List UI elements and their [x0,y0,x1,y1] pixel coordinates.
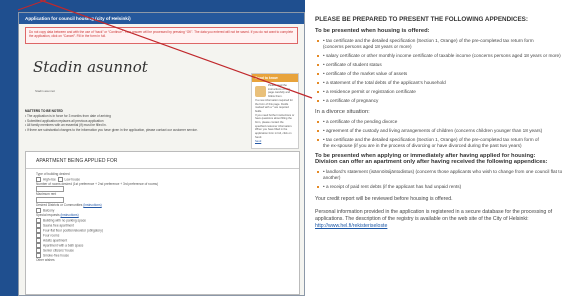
need-label: Adults apartment [43,238,68,243]
info-sidebar-box: Good to know Please read the instruction… [251,73,299,149]
section-applying-heading-2: Division can offer an apartment only aft… [315,159,548,165]
high-rise-checkbox[interactable] [36,176,41,182]
list-item: • certificate of student status [317,62,585,68]
need-label: Sauna free apartment [43,223,74,227]
matters-to-note: MATTERS TO BE NOTED • The application is… [25,109,253,133]
section-title: APARTMENT BEING APPLIED FOR [26,152,299,169]
stadin-asunnot-logo: Stadin asunnot [33,58,148,76]
send-link[interactable]: Send [255,140,261,143]
info-line: When you have filled in the application … [255,128,292,139]
need-label: Senior citizens’ house [43,248,74,253]
need-label: Four-flat floor position/elevator (oblig… [43,228,103,233]
list-item: • a certificate of the pending divorce [317,119,585,125]
high-rise-label: High-rise [43,177,56,182]
list-item: • a statement of the total debts of the … [317,80,585,86]
form-title-bar: Application for council housing (city of… [19,13,304,24]
need-label: Smoke-free house [43,253,70,258]
credit-report-text: Your credit report will be reviewed befo… [315,196,453,202]
need-label: Four rooms [43,233,60,238]
appendices-panel: PLEASE BE PREPARED TO PRESENT THE FOLLOW… [309,10,585,296]
registry-text-2: applications. The description of the reg… [315,216,529,222]
housing-application-form: Application for council housing (city of… [18,12,305,296]
info-illustration-icon [255,86,266,97]
need-label: Apartment with a bath space [43,243,84,248]
list-item: • agreement of the custody and living ar… [317,128,585,134]
matters-item: • If there are substantial changes to th… [25,128,198,133]
warning-box: Do not copy data between and with the us… [25,27,298,44]
balcony-label: Balcony [43,208,55,213]
logo-subtitle: Stadin asunnot [35,89,56,93]
list-item: • a receipt of paid rent debts (if the a… [317,184,585,190]
list-item: • a residence permit or registration cer… [317,89,585,95]
section-divorce-heading: In a divorce situation: [315,109,370,115]
applying-list: • landlord’s statement (isännöitsijäntod… [309,169,585,190]
appendices-heading: PLEASE BE PREPARED TO PRESENT THE FOLLOW… [315,16,528,23]
left-background: Application for council housing (city of… [0,0,305,296]
registry-link[interactable]: http://www.hel.fi/rekisteriseloste [315,223,585,230]
info-box-title: Good to know [252,74,298,82]
list-item: • tax certificate and the detailed speci… [317,38,585,50]
districts-label: Desired Districts or Communities [36,203,83,208]
housing-offered-list: • tax certificate and the detailed speci… [309,38,585,104]
info-line: If you need further instructions or have… [255,113,295,128]
low-house-checkbox[interactable] [57,176,63,182]
districts-instructions-link[interactable]: (Instructions) [83,203,101,207]
info-line: If a new information required for the fo… [255,98,293,113]
other-wishes-label: Other wishes [36,257,55,262]
special-requests-link[interactable]: (instructions) [60,213,78,217]
low-house-label: Low house [64,177,80,182]
list-item: • certificate of the market value of ass… [317,71,585,77]
section-housing-offered-heading: To be presented when housing is offered: [315,28,430,34]
list-item: • a certificate of pregnancy [317,98,585,104]
divorce-list: • a certificate of the pending divorce •… [309,119,585,149]
list-item: • tax certificate and the detailed speci… [317,137,585,149]
apartment-section: APARTMENT BEING APPLIED FOR Type of buil… [25,151,300,295]
special-requests-label: Special requests [36,212,60,217]
registry-text: Personal information provided in the app… [315,209,553,215]
list-item: • landlord’s statement (isännöitsijäntod… [317,169,585,181]
list-item: • salary certificate or other monthly in… [317,53,585,59]
need-label: Building with no parking space [43,217,87,222]
